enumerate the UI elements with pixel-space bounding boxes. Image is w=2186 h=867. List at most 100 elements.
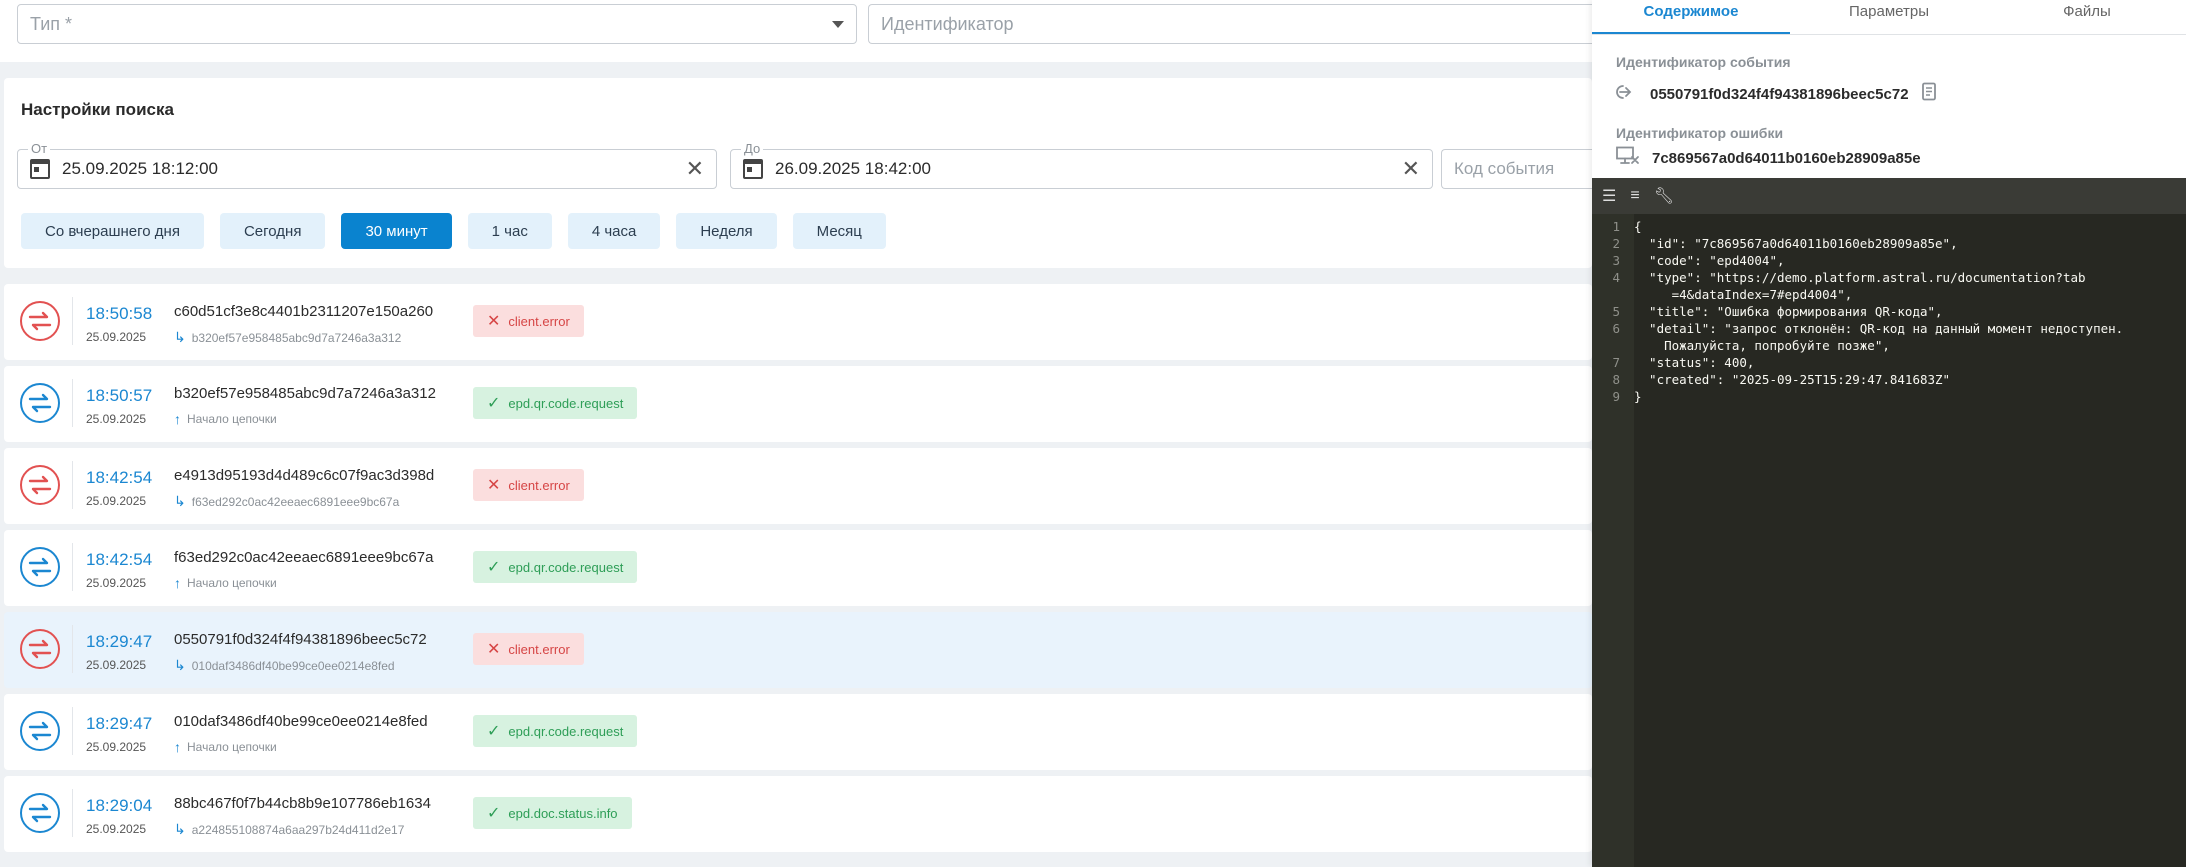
event-date: 25.09.2025 — [86, 494, 147, 508]
type-select[interactable]: Тип * — [17, 4, 857, 44]
event-code-input[interactable]: Код события — [1441, 149, 1596, 189]
event-id[interactable]: c60d51cf3e8c4401b2311207e150a260 — [174, 303, 433, 320]
event-id[interactable]: e4913d95193d4d489c6c07f9ac3d398d — [174, 467, 434, 484]
child-arrow-icon: ↳ — [174, 821, 186, 837]
check-icon: ✓ — [487, 723, 501, 740]
line-number: 7 — [1612, 355, 1620, 370]
event-id[interactable]: 010daf3486df40be99ce0ee0214e8fed — [174, 713, 428, 730]
event-id[interactable]: f63ed292c0ac42eeaec6891eee9bc67a — [174, 549, 433, 566]
event-time: 18:29:47 — [86, 632, 153, 651]
event-time: 18:29:04 — [86, 796, 153, 815]
code-line: 8 "created": "2025-09-25T15:29:47.841683… — [1592, 371, 2186, 388]
event-parent: ↑ Начало цепочки — [174, 739, 277, 755]
identifier-placeholder: Идентификатор — [881, 13, 1014, 34]
identifier-input[interactable]: Идентификатор — [868, 4, 1592, 44]
chip-4-hours[interactable]: 4 часа — [567, 213, 661, 249]
row-divider — [72, 625, 73, 673]
status-badge: ✓ epd.qr.code.request — [473, 551, 638, 583]
exchange-in-icon — [20, 711, 60, 751]
clear-icon[interactable]: ✕ — [686, 158, 704, 180]
chip-1-hour[interactable]: 1 час — [467, 213, 552, 249]
wrench-icon[interactable]: 🔧︎ — [1654, 186, 1674, 206]
event-parent-id: a224855108874a6aa297b24d411d2e17 — [191, 822, 405, 837]
event-date: 25.09.2025 — [86, 822, 147, 836]
date-from-value[interactable]: 25.09.2025 18:12:00 — [62, 159, 218, 179]
clear-icon[interactable]: ✕ — [1402, 158, 1420, 180]
status-badge-label: client.error — [508, 477, 570, 493]
row-divider — [72, 707, 73, 755]
tab-content[interactable]: Содержимое — [1592, 0, 1790, 34]
line-number: 6 — [1612, 321, 1620, 336]
tab-files[interactable]: Файлы — [1988, 0, 2186, 34]
tab-parameters[interactable]: Параметры — [1790, 0, 1988, 34]
close-icon: ✕ — [487, 641, 501, 658]
event-date: 25.09.2025 — [86, 658, 147, 672]
event-id[interactable]: 0550791f0d324f4f94381896beec5c72 — [174, 631, 427, 648]
event-parent[interactable]: ↳ b320ef57e958485abc9d7a7246a3a312 — [174, 329, 401, 346]
copy-document-icon[interactable] — [1921, 82, 1939, 106]
code-line: 4 "type": "https://demo.platform.astral.… — [1592, 269, 2186, 286]
event-row[interactable]: 18:42:54 25.09.2025 f63ed292c0ac42eeaec6… — [4, 530, 1592, 606]
chip-since-yesterday[interactable]: Со вчерашнего дня — [21, 213, 204, 249]
event-row[interactable]: 18:50:57 25.09.2025 b320ef57e958485abc9d… — [4, 366, 1592, 442]
code-line: 9} — [1592, 388, 2186, 405]
search-settings-title: Настройки поиска — [21, 100, 174, 119]
event-parent-id: Начало цепочки — [187, 412, 277, 426]
close-icon: ✕ — [487, 313, 501, 330]
type-select-placeholder: Тип * — [30, 13, 73, 34]
calendar-icon[interactable] — [30, 159, 50, 179]
event-parent-id: Начало цепочки — [187, 740, 277, 754]
chip-30-minutes[interactable]: 30 минут — [341, 213, 452, 249]
code-line: 1{ — [1592, 218, 2186, 235]
json-lines[interactable]: 1{ 2 "id": "7c869567a0d64011b0160eb28909… — [1592, 214, 2186, 405]
code-line: =4&dataIndex=7#epd4004", — [1592, 286, 2186, 303]
line-text: "created": "2025-09-25T15:29:47.841683Z" — [1634, 372, 1951, 387]
check-icon: ✓ — [487, 395, 501, 412]
align-left-icon[interactable]: ≡ — [1630, 187, 1639, 205]
date-from-field[interactable]: От 25.09.2025 18:12:00 ✕ — [17, 141, 717, 189]
event-row[interactable]: 18:29:04 25.09.2025 88bc467f0f7b44cb8b9e… — [4, 776, 1592, 852]
status-badge-label: client.error — [508, 641, 570, 657]
json-editor[interactable]: ☰ ≡ 🔧︎ 1{ 2 "id": "7c869567a0d64011b0160… — [1592, 178, 2186, 867]
exchange-in-icon — [20, 793, 60, 833]
line-number — [1592, 337, 1634, 354]
event-id[interactable]: 88bc467f0f7b44cb8b9e107786eb1634 — [174, 795, 431, 812]
chip-week[interactable]: Неделя — [676, 213, 777, 249]
event-id[interactable]: b320ef57e958485abc9d7a7246a3a312 — [174, 385, 436, 402]
date-to-field[interactable]: До 26.09.2025 18:42:00 ✕ — [730, 141, 1433, 189]
event-row-selected[interactable]: 18:29:47 25.09.2025 0550791f0d324f4f9438… — [4, 612, 1592, 688]
calendar-icon[interactable] — [743, 159, 763, 179]
date-to-label: До — [741, 141, 764, 156]
chip-month[interactable]: Месяц — [792, 213, 886, 249]
exchange-in-icon — [20, 383, 60, 423]
event-parent[interactable]: ↳ 010daf3486df40be99ce0ee0214e8fed — [174, 657, 395, 674]
error-id-row: 7c869567a0d64011b0160eb28909a85e — [1616, 146, 1921, 170]
event-row[interactable]: 18:29:47 25.09.2025 010daf3486df40be99ce… — [4, 694, 1592, 770]
event-parent: ↑ Начало цепочки — [174, 575, 277, 591]
exchange-out-icon — [20, 465, 60, 505]
status-badge-label: client.error — [508, 313, 570, 329]
code-line: 3 "code": "epd4004", — [1592, 252, 2186, 269]
format-indent-icon[interactable]: ☰ — [1602, 186, 1616, 206]
line-number: 4 — [1612, 270, 1620, 285]
editor-toolbar: ☰ ≡ 🔧︎ — [1592, 178, 2186, 214]
event-row[interactable]: 18:50:58 25.09.2025 c60d51cf3e8c4401b231… — [4, 284, 1592, 360]
status-badge-label: epd.qr.code.request — [508, 723, 624, 739]
chevron-down-icon[interactable] — [832, 20, 844, 28]
line-number: 2 — [1612, 236, 1620, 251]
chip-today[interactable]: Сегодня — [219, 213, 326, 249]
date-from-label: От — [28, 141, 51, 156]
status-badge: ✓ epd.qr.code.request — [473, 715, 638, 747]
status-badge-label: epd.qr.code.request — [508, 395, 624, 411]
event-date: 25.09.2025 — [86, 412, 147, 426]
arrow-up-icon: ↑ — [174, 411, 181, 427]
date-to-value[interactable]: 26.09.2025 18:42:00 — [775, 159, 931, 179]
event-parent[interactable]: ↳ f63ed292c0ac42eeaec6891eee9bc67a — [174, 493, 399, 510]
code-line: 5 "title": "Ошибка формирования QR-кода"… — [1592, 303, 2186, 320]
event-row[interactable]: 18:42:54 25.09.2025 e4913d95193d4d489c6c… — [4, 448, 1592, 524]
event-parent[interactable]: ↳ a224855108874a6aa297b24d411d2e17 — [174, 821, 404, 838]
monitor-error-icon — [1616, 146, 1640, 170]
exchange-out-icon — [20, 629, 60, 669]
event-date: 25.09.2025 — [86, 330, 147, 344]
event-parent-id: b320ef57e958485abc9d7a7246a3a312 — [191, 330, 402, 345]
